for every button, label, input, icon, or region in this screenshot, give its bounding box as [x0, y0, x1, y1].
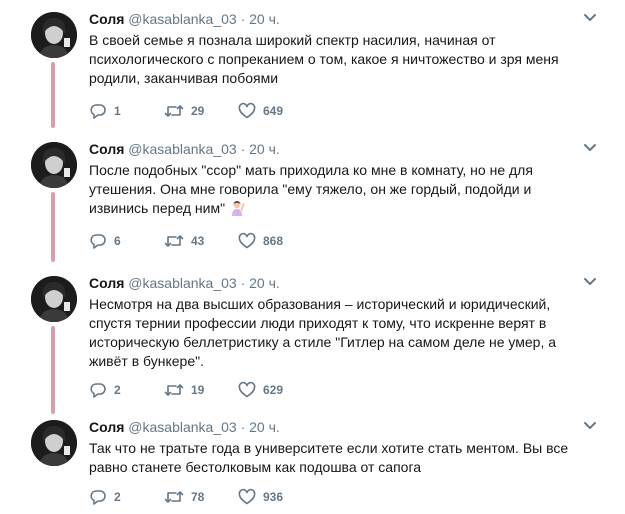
- reply-icon: [90, 104, 106, 119]
- tweet-actions: 6 43 868: [89, 232, 318, 250]
- reply-count: 2: [114, 383, 121, 397]
- tweet-header: Соля @kasablanka_03 · 20 ч.: [89, 274, 585, 292]
- like-count: 868: [263, 234, 284, 248]
- tweet-actions: 2 78 936: [89, 488, 318, 506]
- tweet-text: После подобных "ссор" мать приходила ко …: [89, 162, 533, 216]
- tweet-time[interactable]: 20 ч.: [249, 11, 280, 27]
- chevron-down-icon[interactable]: [583, 13, 597, 23]
- reply-button[interactable]: 2: [89, 488, 164, 506]
- like-button[interactable]: 868: [238, 232, 318, 250]
- like-icon: [238, 488, 256, 505]
- avatar[interactable]: [31, 142, 77, 188]
- retweet-icon: [164, 384, 184, 396]
- like-icon: [238, 381, 256, 398]
- chevron-down-icon[interactable]: [583, 143, 597, 153]
- author-handle[interactable]: @kasablanka_03: [128, 275, 236, 291]
- tweet-text-wrapper: После подобных "ссор" мать приходила ко …: [89, 161, 585, 218]
- like-count: 629: [263, 383, 284, 397]
- retweet-icon: [164, 105, 184, 117]
- person-raising-hand-emoji: [231, 201, 245, 216]
- chevron-down-icon[interactable]: [583, 421, 597, 431]
- tweet[interactable]: Соля @kasablanka_03 · 20 ч. После подобн…: [0, 130, 625, 264]
- author-name[interactable]: Соля: [89, 419, 124, 435]
- reply-button[interactable]: 2: [89, 381, 164, 399]
- like-button[interactable]: 649: [238, 102, 318, 120]
- author-handle[interactable]: @kasablanka_03: [128, 419, 236, 435]
- retweet-icon: [164, 235, 184, 247]
- reply-button[interactable]: 6: [89, 232, 164, 250]
- avatar[interactable]: [31, 276, 77, 322]
- separator-dot: ·: [240, 275, 246, 291]
- retweet-button[interactable]: 43: [164, 232, 238, 250]
- reply-count: 6: [114, 234, 121, 248]
- tweet-time[interactable]: 20 ч.: [249, 141, 280, 157]
- retweet-button[interactable]: 29: [164, 102, 238, 120]
- reply-count: 2: [114, 490, 121, 504]
- tweet-time[interactable]: 20 ч.: [249, 275, 280, 291]
- reply-icon: [90, 234, 106, 249]
- tweet-text: Несмотря на два высших образования – ист…: [89, 296, 557, 369]
- tweet-actions: 2 19 629: [89, 381, 318, 399]
- avatar[interactable]: [31, 420, 77, 466]
- separator-dot: ·: [240, 11, 246, 27]
- reply-count: 1: [114, 104, 121, 118]
- tweet-text: Так что не тратьте года в университете е…: [89, 440, 569, 475]
- separator-dot: ·: [240, 419, 246, 435]
- tweet-header: Соля @kasablanka_03 · 20 ч.: [89, 140, 585, 158]
- separator-dot: ·: [240, 141, 246, 157]
- retweet-button[interactable]: 78: [164, 488, 238, 506]
- tweet-text: В своей семье я познала широкий спектр н…: [89, 32, 559, 86]
- like-count: 649: [263, 104, 284, 118]
- like-icon: [238, 232, 256, 249]
- author-name[interactable]: Соля: [89, 275, 124, 291]
- retweet-button[interactable]: 19: [164, 381, 238, 399]
- tweet[interactable]: Соля @kasablanka_03 · 20 ч. В своей семь…: [0, 0, 625, 130]
- avatar[interactable]: [31, 12, 77, 58]
- tweet-header: Соля @kasablanka_03 · 20 ч.: [89, 10, 585, 28]
- like-button[interactable]: 936: [238, 488, 318, 506]
- like-count: 936: [263, 490, 284, 504]
- author-name[interactable]: Соля: [89, 141, 124, 157]
- retweet-count: 19: [191, 383, 205, 397]
- tweet-actions: 1 29 649: [89, 102, 318, 120]
- retweet-count: 78: [191, 490, 205, 504]
- tweet-header: Соля @kasablanka_03 · 20 ч.: [89, 418, 585, 436]
- author-name[interactable]: Соля: [89, 11, 124, 27]
- reply-icon: [90, 490, 106, 505]
- reply-icon: [90, 383, 106, 398]
- like-icon: [238, 102, 256, 119]
- like-button[interactable]: 629: [238, 381, 318, 399]
- author-handle[interactable]: @kasablanka_03: [128, 141, 236, 157]
- author-handle[interactable]: @kasablanka_03: [128, 11, 236, 27]
- tweet-time[interactable]: 20 ч.: [249, 419, 280, 435]
- retweet-icon: [164, 491, 184, 503]
- chevron-down-icon[interactable]: [583, 277, 597, 287]
- retweet-count: 29: [191, 104, 205, 118]
- reply-button[interactable]: 1: [89, 102, 164, 120]
- retweet-count: 43: [191, 234, 205, 248]
- tweet[interactable]: Соля @kasablanka_03 · 20 ч. Так что не т…: [0, 408, 625, 514]
- tweet[interactable]: Соля @kasablanka_03 · 20 ч. Несмотря на …: [0, 264, 625, 416]
